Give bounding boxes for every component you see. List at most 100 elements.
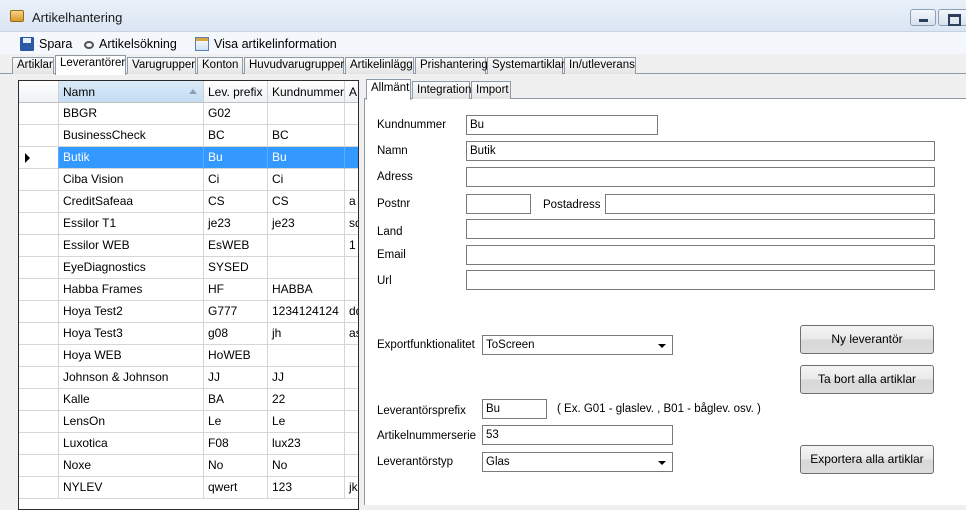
prefix-input[interactable]: Bu: [482, 399, 547, 419]
cell-kundnummer[interactable]: 22: [268, 389, 345, 411]
cell-a[interactable]: [345, 169, 358, 191]
cell-a[interactable]: [345, 411, 358, 433]
cell-kundnummer[interactable]: JJ: [268, 367, 345, 389]
cell-a[interactable]: [345, 433, 358, 455]
serie-input[interactable]: 53: [482, 425, 673, 445]
tab-integration[interactable]: Integration: [412, 81, 471, 99]
tab-konton[interactable]: Konton: [197, 57, 243, 74]
cell-lev-prefix[interactable]: JJ: [204, 367, 268, 389]
row-header[interactable]: [19, 257, 59, 279]
row-header[interactable]: [19, 125, 59, 147]
column-header-lev-prefix[interactable]: Lev. prefix: [204, 81, 268, 103]
cell-a[interactable]: [345, 147, 358, 169]
cell-a[interactable]: [345, 389, 358, 411]
email-input[interactable]: [466, 245, 935, 265]
supplier-grid[interactable]: Namn Lev. prefix Kundnummer A BBGR G02 Bus…: [18, 80, 359, 510]
cell-a[interactable]: [345, 367, 358, 389]
cell-namn[interactable]: NYLEV: [59, 477, 204, 499]
typ-select[interactable]: Glas: [482, 452, 673, 472]
row-header[interactable]: [19, 367, 59, 389]
table-row[interactable]: Habba Frames HF HABBA: [19, 279, 358, 301]
cell-a[interactable]: 1: [345, 235, 358, 257]
kundnummer-input[interactable]: Bu: [466, 115, 658, 135]
cell-lev-prefix[interactable]: CS: [204, 191, 268, 213]
cell-a[interactable]: sdf: [345, 213, 358, 235]
cell-lev-prefix[interactable]: Ci: [204, 169, 268, 191]
cell-lev-prefix[interactable]: HoWEB: [204, 345, 268, 367]
cell-lev-prefix[interactable]: Le: [204, 411, 268, 433]
cell-kundnummer[interactable]: HABBA: [268, 279, 345, 301]
table-row[interactable]: Kalle BA 22: [19, 389, 358, 411]
cell-a[interactable]: [345, 455, 358, 477]
table-row[interactable]: Hoya Test2G7771234124124dd: [19, 301, 358, 323]
cell-namn[interactable]: Hoya Test2: [59, 301, 204, 323]
row-header[interactable]: [19, 279, 59, 301]
row-header[interactable]: [19, 169, 59, 191]
tab-leverantorer[interactable]: Leverantörer: [55, 55, 126, 75]
namn-input[interactable]: Butik: [466, 141, 935, 161]
table-row[interactable]: NYLEVqwert123jks: [19, 477, 358, 499]
row-header[interactable]: [19, 301, 59, 323]
table-row[interactable]: BBGR G02: [19, 103, 358, 125]
tab-in-utleverans[interactable]: In/utleverans: [564, 57, 636, 74]
export-all-articles-button[interactable]: Exportera alla artiklar: [800, 445, 934, 474]
cell-namn[interactable]: BBGR: [59, 103, 204, 125]
cell-lev-prefix[interactable]: qwert: [204, 477, 268, 499]
tab-artikelinlagg[interactable]: Artikelinlägg: [345, 57, 414, 74]
row-header[interactable]: [19, 235, 59, 257]
export-select[interactable]: ToScreen: [482, 335, 673, 355]
row-header[interactable]: [19, 213, 59, 235]
cell-namn[interactable]: Ciba Vision: [59, 169, 204, 191]
cell-kundnummer[interactable]: CS: [268, 191, 345, 213]
row-header[interactable]: [19, 389, 59, 411]
table-row[interactable]: LensOn Le Le: [19, 411, 358, 433]
row-header[interactable]: [19, 147, 59, 169]
article-search-button[interactable]: Artikelsökning: [84, 35, 177, 52]
cell-lev-prefix[interactable]: G02: [204, 103, 268, 125]
cell-namn[interactable]: BusinessCheck: [59, 125, 204, 147]
cell-namn[interactable]: Hoya WEB: [59, 345, 204, 367]
tab-import[interactable]: Import: [471, 81, 511, 99]
show-article-info-button[interactable]: Visa artikelinformation: [195, 35, 337, 52]
land-input[interactable]: [466, 219, 935, 239]
cell-lev-prefix[interactable]: F08: [204, 433, 268, 455]
postadress-input[interactable]: [605, 194, 935, 214]
new-supplier-button[interactable]: Ny leverantör: [800, 325, 934, 354]
cell-lev-prefix[interactable]: HF: [204, 279, 268, 301]
cell-namn[interactable]: Noxe: [59, 455, 204, 477]
column-header-kundnummer[interactable]: Kundnummer: [268, 81, 345, 103]
cell-a[interactable]: [345, 257, 358, 279]
cell-kundnummer[interactable]: jh: [268, 323, 345, 345]
cell-lev-prefix[interactable]: g08: [204, 323, 268, 345]
row-header[interactable]: [19, 103, 59, 125]
cell-lev-prefix[interactable]: SYSED: [204, 257, 268, 279]
cell-a[interactable]: [345, 103, 358, 125]
cell-namn[interactable]: LensOn: [59, 411, 204, 433]
table-row[interactable]: Hoya Test3g08jhasd: [19, 323, 358, 345]
cell-kundnummer[interactable]: je23: [268, 213, 345, 235]
cell-namn[interactable]: Kalle: [59, 389, 204, 411]
column-header-namn[interactable]: Namn: [59, 81, 204, 103]
table-row[interactable]: Johnson & Johnson JJ JJ: [19, 367, 358, 389]
table-row[interactable]: BusinessCheck BC BC: [19, 125, 358, 147]
table-row[interactable]: Butik Bu Bu: [19, 147, 358, 169]
cell-lev-prefix[interactable]: BC: [204, 125, 268, 147]
cell-namn[interactable]: Essilor WEB: [59, 235, 204, 257]
cell-kundnummer[interactable]: No: [268, 455, 345, 477]
table-row[interactable]: Noxe No No: [19, 455, 358, 477]
cell-kundnummer[interactable]: [268, 345, 345, 367]
cell-lev-prefix[interactable]: je23: [204, 213, 268, 235]
remove-all-articles-button[interactable]: Ta bort alla artiklar: [800, 365, 934, 394]
cell-lev-prefix[interactable]: BA: [204, 389, 268, 411]
url-input[interactable]: [466, 270, 935, 290]
maximize-button[interactable]: [938, 9, 966, 26]
cell-a[interactable]: dd: [345, 301, 358, 323]
adress-input[interactable]: [466, 167, 935, 187]
cell-a[interactable]: [345, 345, 358, 367]
cell-a[interactable]: asd: [345, 323, 358, 345]
row-header[interactable]: [19, 345, 59, 367]
cell-lev-prefix[interactable]: G777: [204, 301, 268, 323]
cell-kundnummer[interactable]: Bu: [268, 147, 345, 169]
row-header[interactable]: [19, 433, 59, 455]
table-row[interactable]: Essilor WEB EsWEB 1: [19, 235, 358, 257]
